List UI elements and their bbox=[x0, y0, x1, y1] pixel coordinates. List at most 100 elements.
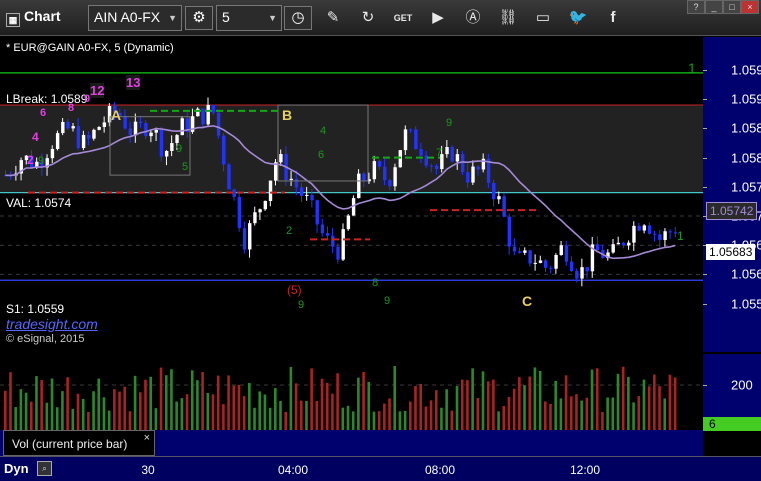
volume-bar bbox=[362, 372, 365, 430]
study-label[interactable]: Vol (current price bar) × bbox=[3, 430, 155, 456]
volume-bar bbox=[653, 374, 656, 430]
lbreak-label: LBreak: 1.0589 bbox=[6, 92, 88, 106]
volume-bar bbox=[569, 396, 573, 430]
volume-bar bbox=[196, 380, 199, 430]
volume-bar bbox=[55, 407, 59, 430]
volume-bar bbox=[97, 378, 101, 430]
chart-window-icon: ▦ bbox=[6, 13, 20, 27]
time-axis[interactable]: Dyn ⌕ 30 04:00 08:00 12:00 bbox=[0, 456, 761, 481]
symbol-settings-button[interactable]: ⚙ bbox=[185, 6, 213, 30]
facebook-icon[interactable]: f bbox=[601, 6, 625, 30]
volume-bar bbox=[315, 400, 319, 430]
price-tick-label: 1.05900 bbox=[731, 91, 761, 107]
tick-mark bbox=[703, 157, 707, 159]
candle bbox=[377, 161, 382, 167]
close-icon[interactable]: × bbox=[144, 432, 150, 444]
twitter-icon[interactable]: 🐦 bbox=[566, 6, 590, 30]
dynamic-mode-label[interactable]: Dyn bbox=[4, 461, 29, 476]
minimize-icon[interactable]: _ bbox=[705, 0, 723, 14]
candle bbox=[227, 164, 231, 190]
volume-bar bbox=[4, 390, 7, 430]
count-label: 4 bbox=[32, 130, 39, 144]
help-icon[interactable]: ? bbox=[687, 0, 705, 14]
candle bbox=[460, 154, 465, 173]
candle bbox=[502, 196, 506, 217]
volume-bar bbox=[486, 381, 490, 430]
play-icon[interactable]: ▶ bbox=[426, 6, 450, 30]
candle bbox=[564, 245, 569, 262]
candle bbox=[409, 129, 413, 131]
comment-icon[interactable]: ▭ bbox=[531, 6, 555, 30]
volume-bar bbox=[133, 375, 137, 430]
candle bbox=[554, 254, 558, 269]
volume-bar bbox=[248, 382, 251, 430]
candle bbox=[61, 121, 65, 134]
volume-bar bbox=[372, 411, 376, 430]
volume-bar bbox=[460, 379, 464, 430]
candle bbox=[164, 150, 169, 157]
candle bbox=[248, 223, 252, 250]
volume-bar bbox=[211, 394, 215, 430]
refresh-icon[interactable]: ↻ bbox=[356, 6, 380, 30]
volume-bar bbox=[164, 375, 168, 430]
price-tick-label: 1.05600 bbox=[731, 266, 761, 282]
volume-bar bbox=[668, 374, 672, 430]
alert-icon[interactable]: Ⓐ bbox=[461, 6, 485, 30]
volume-bar bbox=[190, 370, 194, 430]
candle bbox=[102, 122, 107, 127]
volume-bar bbox=[637, 396, 641, 430]
price-axis[interactable]: 1.05950 1.05900 1.05850 1.05800 1.05750 1.057… bbox=[703, 37, 761, 352]
symbol-combo[interactable]: AIN A0-FX ▼ bbox=[88, 5, 182, 31]
volume-bar bbox=[242, 396, 246, 430]
volume-axis[interactable]: 200 6 bbox=[703, 354, 761, 431]
maximize-icon[interactable]: □ bbox=[723, 0, 741, 14]
volume-bar bbox=[502, 406, 506, 430]
count-label: 9 bbox=[176, 143, 183, 155]
candle bbox=[663, 231, 667, 241]
candle bbox=[159, 129, 164, 157]
volume-bar bbox=[575, 394, 578, 430]
volume-bar bbox=[40, 380, 43, 430]
candle bbox=[346, 215, 351, 230]
get-data-icon[interactable]: GET bbox=[391, 6, 415, 30]
candle bbox=[632, 225, 636, 243]
val-label: VAL: 1.0574 bbox=[6, 196, 72, 210]
volume-bar bbox=[528, 376, 532, 430]
volume-bar bbox=[113, 389, 116, 430]
chart-title: ▦ Chart bbox=[6, 8, 61, 27]
candle bbox=[445, 147, 449, 155]
volume-bar bbox=[523, 385, 526, 430]
tick-mark bbox=[703, 128, 707, 130]
candle bbox=[533, 262, 538, 264]
chevron-down-icon[interactable]: ▼ bbox=[168, 13, 177, 23]
interval-settings-button[interactable]: ◷ bbox=[284, 6, 312, 30]
candle bbox=[559, 245, 563, 255]
link-icon[interactable]: ⛓ bbox=[496, 6, 520, 30]
volume-bar bbox=[175, 401, 178, 430]
candle bbox=[175, 135, 179, 144]
candle bbox=[222, 135, 226, 165]
volume-bar bbox=[284, 411, 287, 430]
candle bbox=[383, 166, 387, 181]
count-label: 7 bbox=[436, 147, 443, 159]
zoom-icon[interactable]: ⌕ bbox=[37, 461, 52, 476]
interval-combo[interactable]: 5 ▼ bbox=[216, 5, 282, 31]
volume-bar bbox=[294, 383, 298, 430]
candle bbox=[393, 167, 397, 187]
volume-chart[interactable] bbox=[0, 354, 703, 430]
price-chart[interactable]: * EUR@GAIN A0-FX, 5 (Dynamic) LBreak: 1.… bbox=[0, 37, 703, 352]
volume-bar bbox=[492, 379, 495, 430]
volume-bar bbox=[216, 375, 220, 430]
volume-bar bbox=[445, 389, 448, 430]
volume-bar bbox=[19, 389, 23, 430]
pencil-icon[interactable]: ✎ bbox=[321, 6, 345, 30]
tick-mark bbox=[703, 303, 707, 305]
price-tick-label: 1.05950 bbox=[731, 62, 761, 78]
chevron-down-icon[interactable]: ▼ bbox=[268, 13, 277, 23]
site-link[interactable]: tradesight.com bbox=[6, 316, 98, 332]
candle bbox=[258, 209, 262, 213]
volume-bar bbox=[377, 411, 381, 430]
close-icon[interactable]: × bbox=[741, 0, 759, 14]
time-label: 04:00 bbox=[277, 463, 309, 477]
volume-bar bbox=[9, 372, 12, 430]
